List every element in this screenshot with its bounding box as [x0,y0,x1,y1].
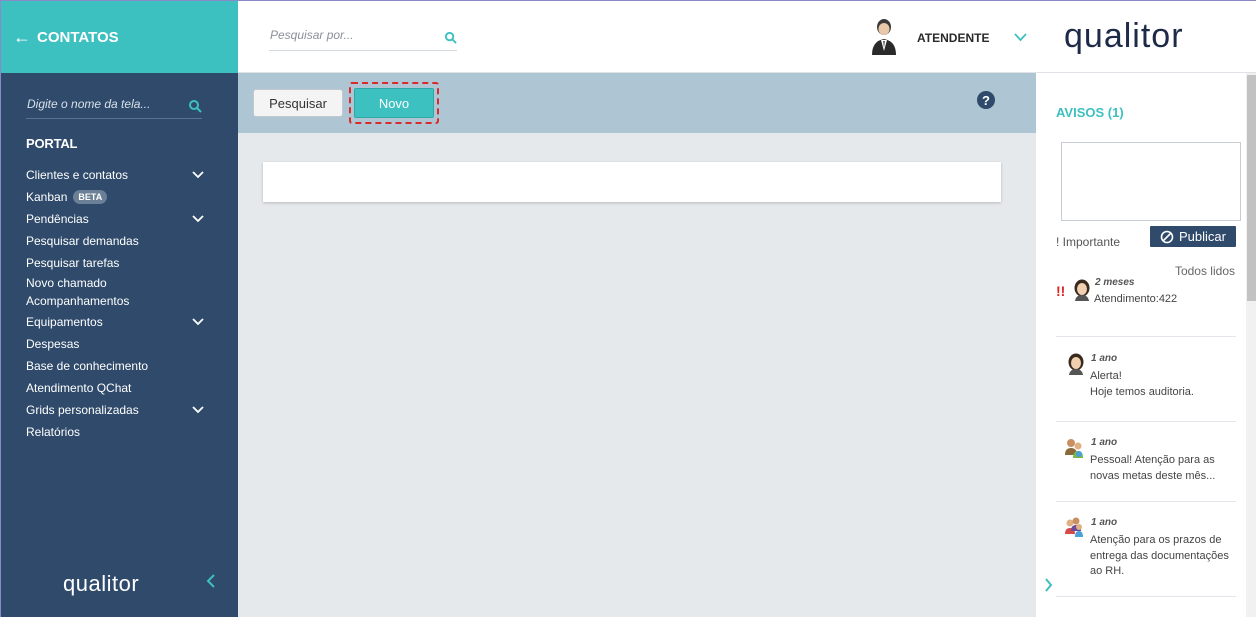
publish-button[interactable]: Publicar [1150,226,1236,247]
sidebar-item-kanban[interactable]: Kanban BETA [26,186,206,208]
sidebar-header[interactable]: ← CONTATOS [1,1,238,73]
group-avatar-icon [1065,439,1083,458]
notice-line: Atenção para os prazos de [1090,534,1222,546]
notice-line: ao RH. [1090,565,1125,577]
chevron-right-icon[interactable] [1044,578,1053,592]
notices-panel: AVISOS (1) ! Importante Publicar Todos l… [1036,73,1246,617]
notice-line: entrega das documentações [1090,549,1229,562]
notice-item[interactable]: !! 2 meses Atendimento:422 [1056,273,1236,337]
new-button[interactable]: Novo [354,88,434,118]
user-name[interactable]: ATENDENTE [917,31,989,45]
notices-scrollbar-thumb[interactable] [1247,75,1256,301]
sidebar-item-pesquisar-demandas[interactable]: Pesquisar demandas [26,230,206,252]
sidebar-item-novo-chamado-acompanhamentos[interactable]: Novo chamado Acompanhamentos [26,273,206,311]
notice-line: Pessoal! Atenção para as [1090,454,1215,466]
notice-time: 2 meses [1095,277,1135,288]
section-title-portal: PORTAL [26,136,78,151]
notice-time: 1 ano [1091,353,1118,364]
sidebar-item-label: Kanban [26,189,68,204]
sidebar-item-label: Despesas [26,337,80,352]
sidebar-item-label: Pesquisar tarefas [26,255,120,270]
results-card [263,162,1001,202]
sidebar-title: CONTATOS [37,28,119,46]
sidebar-item-label[interactable]: Acompanhamentos [26,294,129,308]
female-avatar-icon [1074,279,1090,301]
search-icon[interactable] [188,99,202,113]
qualitor-logo: qualitor [1064,17,1184,55]
screen-search-placeholder: Digite o nome da tela... [27,97,151,111]
user-avatar-icon[interactable] [870,17,898,55]
notice-message: Atenção para os prazos de entrega das do… [1090,533,1230,580]
main-content [238,133,1036,617]
top-bar: Pesquisar por... ATENDENTE qualitor [238,1,1256,73]
sidebar-item-label: Relatórios [26,424,81,439]
sidebar-item-atendimento-qchat[interactable]: Atendimento QChat [26,377,206,399]
sidebar-item-label: Pendências [26,211,89,226]
publish-label: Publicar [1179,229,1226,244]
notice-line: Hoje temos auditoria. [1090,385,1194,398]
sidebar-item-label: Base de conhecimento [26,359,149,374]
chevron-down-icon[interactable] [192,318,204,326]
arrow-left-icon[interactable]: ← [13,27,31,48]
group-avatar-icon [1065,517,1083,537]
sidebar-item-label: Grids personalizadas [26,402,139,417]
beta-badge: BETA [73,189,108,204]
chevron-down-icon[interactable] [192,171,204,179]
notice-time: 1 ano [1091,517,1118,528]
notice-line: novas metas deste mês... [1090,469,1216,482]
important-toggle[interactable]: ! Importante [1056,235,1120,249]
chevron-left-icon[interactable] [206,574,216,588]
notices-title: AVISOS (1) [1056,105,1124,120]
sidebar: Digite o nome da tela... PORTAL Clientes… [1,73,238,617]
screen-search-input[interactable]: Digite o nome da tela... [26,95,202,119]
sidebar-item-pesquisar-tarefas[interactable]: Pesquisar tarefas [26,252,206,274]
notice-line: Atendimento:422 [1094,293,1178,305]
sidebar-logo: qualitor [63,571,140,596]
sidebar-item-grids-personalizadas[interactable]: Grids personalizadas [26,399,206,421]
chevron-down-icon[interactable] [1014,33,1027,42]
chevron-down-icon[interactable] [192,406,204,414]
search-button[interactable]: Pesquisar [253,89,343,117]
notice-time: 1 ano [1091,437,1118,448]
notice-item[interactable]: 1 ano Alerta! Hoje temos auditoria. [1056,337,1236,422]
search-icon[interactable] [444,31,457,44]
sidebar-item-pendencias[interactable]: Pendências [26,208,206,230]
sidebar-item-label: Equipamentos [26,315,103,330]
chevron-down-icon[interactable] [192,215,204,223]
help-icon[interactable]: ? [977,91,995,109]
sidebar-item-label[interactable]: Novo chamado [26,276,107,290]
sidebar-item-clientes-e-contatos[interactable]: Clientes e contatos [26,164,206,186]
urgent-marker: !! [1056,283,1066,299]
sidebar-item-despesas[interactable]: Despesas [26,333,206,355]
sidebar-item-label: Atendimento QChat [26,381,132,396]
notice-line: Alerta! [1090,370,1122,382]
notice-item[interactable]: 1 ano Pessoal! Atenção para as novas met… [1056,422,1236,502]
notice-message: Pessoal! Atenção para as novas metas des… [1090,453,1230,484]
notice-message: Alerta! Hoje temos auditoria. [1090,369,1230,400]
global-search-placeholder: Pesquisar por... [270,28,354,42]
no-entry-icon [1160,230,1174,243]
notice-item[interactable]: 1 ano Atenção para os prazos de entrega … [1056,502,1236,597]
sidebar-item-label: Clientes e contatos [26,167,129,182]
sidebar-item-relatorios[interactable]: Relatórios [26,421,206,443]
sidebar-item-base-de-conhecimento[interactable]: Base de conhecimento [26,355,206,377]
sidebar-item-label: Pesquisar demandas [26,233,139,248]
notice-textarea[interactable] [1061,142,1241,221]
sidebar-item-equipamentos[interactable]: Equipamentos [26,311,206,333]
female-avatar-icon [1068,353,1084,375]
notice-message: Atendimento:422 [1094,292,1234,308]
global-search-input[interactable]: Pesquisar por... [269,25,457,51]
sidebar-menu: Clientes e contatos Kanban BETA Pendênci… [26,164,206,443]
action-toolbar: Pesquisar Novo ? [238,73,1036,133]
